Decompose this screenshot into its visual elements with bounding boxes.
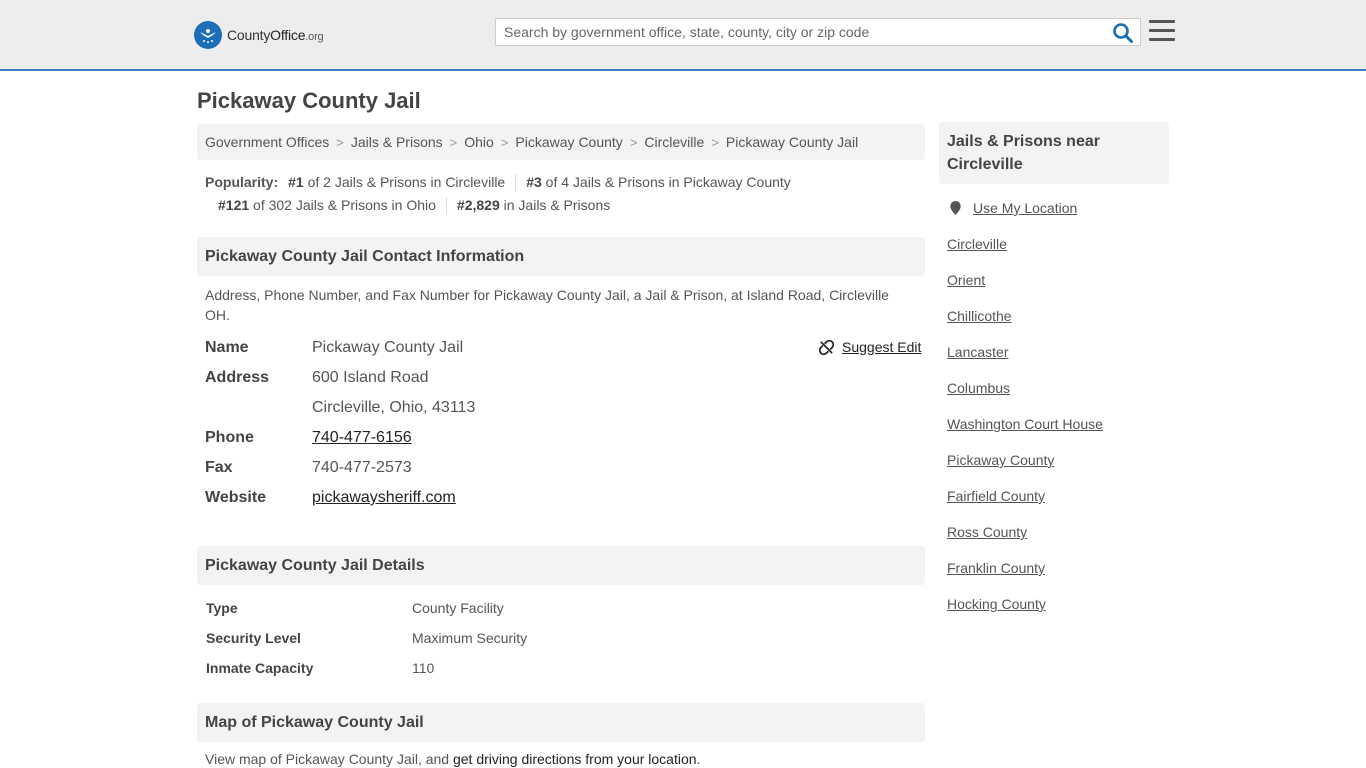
chevron-right-icon: >: [629, 134, 638, 150]
site-logo[interactable]: CountyOffice.org: [194, 20, 324, 50]
chevron-right-icon: >: [500, 134, 509, 150]
popularity-item: #121 of 302 Jails & Prisons in Ohio: [218, 197, 436, 213]
contact-row-phone: Phone 740-477-6156: [205, 429, 412, 447]
list-item[interactable]: Fairfield County: [947, 488, 1045, 504]
list-item[interactable]: Orient: [947, 272, 985, 288]
popularity-item: #1 of 2 Jails & Prisons in Circleville: [288, 174, 506, 190]
list-item[interactable]: Circleville: [947, 236, 1007, 252]
address-line-2: Circleville, Ohio, 43113: [312, 399, 476, 416]
list-item[interactable]: Pickaway County: [947, 452, 1054, 468]
breadcrumb-item[interactable]: Jails & Prisons: [351, 134, 443, 150]
contact-row-address: Address 600 Island Road: [205, 369, 429, 386]
logo-text: CountyOffice.org: [227, 27, 324, 43]
list-item[interactable]: Franklin County: [947, 560, 1045, 576]
list-item[interactable]: Chillicothe: [947, 308, 1012, 324]
phone-link[interactable]: 740-477-6156: [312, 429, 412, 447]
breadcrumb-current: Pickaway County Jail: [725, 134, 859, 150]
list-item[interactable]: Hocking County: [947, 596, 1046, 612]
search-input[interactable]: [496, 19, 1096, 45]
driving-directions-link[interactable]: get driving directions from your locatio…: [453, 751, 697, 767]
breadcrumb-item[interactable]: Circleville: [644, 134, 704, 150]
details-row: Inmate Capacity 110: [206, 660, 435, 676]
contact-section-heading: Pickaway County Jail Contact Information: [197, 237, 925, 276]
breadcrumb-item[interactable]: Government Offices: [205, 134, 329, 150]
page-title: Pickaway County Jail: [197, 88, 421, 113]
contact-row-fax: Fax 740-477-2573: [205, 459, 412, 476]
contact-row-name: Name Pickaway County Jail: [205, 339, 464, 356]
sidebar-heading: Jails & Prisons near Circleville: [939, 122, 1169, 184]
use-my-location[interactable]: Use My Location: [947, 200, 1077, 216]
use-my-location-link[interactable]: Use My Location: [973, 200, 1077, 216]
popularity-label: Popularity:: [205, 174, 279, 190]
details-row: Type County Facility: [206, 600, 504, 616]
site-header: CountyOffice.org: [0, 0, 1366, 71]
list-item[interactable]: Ross County: [947, 524, 1027, 540]
chevron-right-icon: >: [711, 134, 719, 150]
address-line-1: 600 Island Road: [312, 369, 429, 386]
office-name: Pickaway County Jail: [312, 339, 464, 356]
details-row: Security Level Maximum Security: [206, 630, 528, 646]
details-section-heading: Pickaway County Jail Details: [197, 546, 925, 585]
map-description: View map of Pickaway County Jail, and ge…: [205, 751, 701, 767]
list-item[interactable]: Washington Court House: [947, 416, 1103, 432]
list-item[interactable]: Lancaster: [947, 344, 1008, 360]
list-item[interactable]: Columbus: [947, 380, 1010, 396]
contact-row-website: Website pickawaysheriff.com: [205, 489, 456, 507]
search-box: [495, 18, 1141, 46]
popularity-ranking: Popularity: #1 of 2 Jails & Prisons in Ci…: [205, 171, 925, 217]
broken-link-icon: [819, 339, 834, 355]
chevron-right-icon: >: [336, 134, 344, 150]
contact-description: Address, Phone Number, and Fax Number fo…: [205, 287, 889, 323]
fax-number: 740-477-2573: [312, 459, 412, 476]
breadcrumb-item[interactable]: Ohio: [464, 134, 494, 150]
breadcrumb: Government Offices > Jails & Prisons > Ohi…: [197, 124, 925, 160]
map-section-heading: Map of Pickaway County Jail: [197, 703, 925, 742]
breadcrumb-item[interactable]: Pickaway County: [515, 134, 622, 150]
suggest-edit-link[interactable]: Suggest Edit: [819, 339, 921, 355]
map-pin-icon: [950, 201, 961, 215]
eagle-seal-icon: [194, 21, 222, 49]
search-icon: [1113, 23, 1133, 43]
popularity-item: #3 of 4 Jails & Prisons in Pickaway Coun…: [526, 174, 791, 190]
hamburger-menu-icon[interactable]: [1149, 20, 1175, 42]
search-button[interactable]: [1112, 22, 1134, 44]
website-link[interactable]: pickawaysheriff.com: [312, 489, 456, 507]
popularity-item: #2,829 in Jails & Prisons: [456, 197, 611, 213]
chevron-right-icon: >: [449, 134, 458, 150]
contact-row-address-2: Circleville, Ohio, 43113: [205, 395, 475, 421]
